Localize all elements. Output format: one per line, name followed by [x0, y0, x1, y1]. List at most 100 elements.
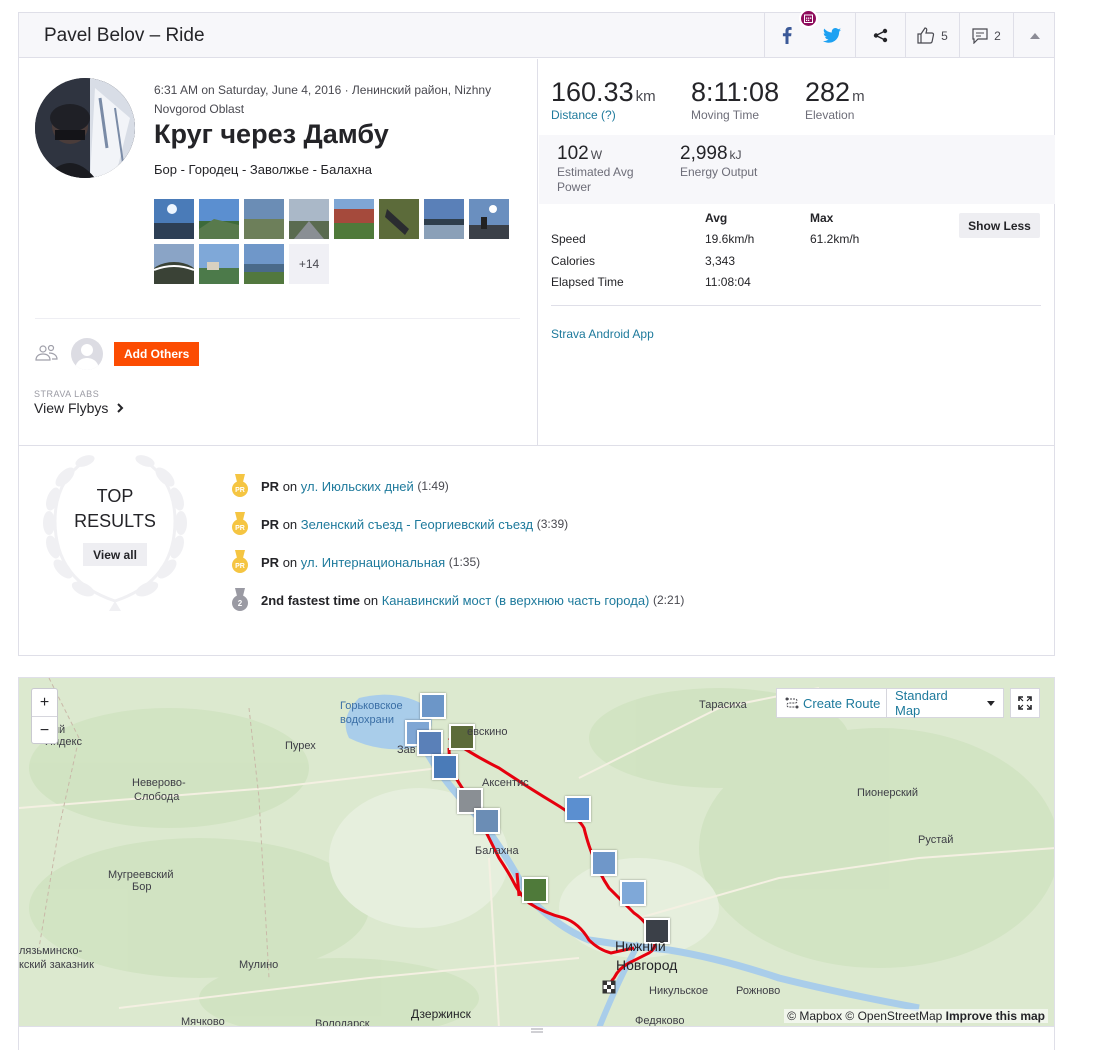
stat-distance: 160.33 km Distance (?) [551, 77, 656, 122]
map-style-select[interactable]: Standard Map [886, 688, 1004, 718]
create-route-button[interactable]: Create Route [776, 688, 890, 718]
map-label: Мугреевский [108, 869, 174, 881]
fullscreen-button[interactable] [1010, 688, 1040, 718]
activity-photo[interactable] [334, 199, 374, 239]
power-label: Estimated Avg Power [557, 165, 634, 194]
view-flybys-label: View Flybys [34, 400, 109, 416]
distance-value: 160.33 [551, 77, 634, 107]
map-label: Федяково [635, 1015, 685, 1027]
show-less-button[interactable]: Show Less [959, 213, 1040, 238]
device-link[interactable]: Strava Android App [551, 327, 654, 341]
row-label: Calories [551, 254, 596, 268]
map-attribution: © Mapbox © OpenStreetMap Improve this ma… [784, 1009, 1048, 1023]
facebook-icon [782, 27, 792, 44]
segment-link[interactable]: ул. Интернациональная [301, 555, 445, 570]
view-flybys-link[interactable]: View Flybys [34, 400, 124, 416]
row-label: Elapsed Time [551, 275, 624, 289]
more-photos-button[interactable]: +14 [289, 244, 329, 284]
activity-photo[interactable] [244, 244, 284, 284]
map-label: евскино [467, 726, 508, 738]
pr-medal-icon: PR [231, 550, 249, 574]
activity-card: Pavel Belov – Ride 5 2 6:31 AM on Saturd… [18, 9, 1055, 656]
activity-photo[interactable] [379, 199, 419, 239]
distance-label[interactable]: Distance (?) [551, 108, 656, 122]
kudos-count: 5 [941, 28, 948, 43]
activity-photo[interactable] [154, 199, 194, 239]
activity-photo[interactable] [199, 199, 239, 239]
top-results-line1: TOP [96, 486, 134, 506]
activity-photo[interactable] [424, 199, 464, 239]
map-label: Дзержинск [411, 1007, 471, 1021]
route-map[interactable]: Горьковское водохрани Зав евскино Тараси… [18, 677, 1055, 1027]
activity-photo[interactable] [244, 199, 284, 239]
activity-header: Pavel Belov – Ride 5 2 [19, 9, 1055, 58]
collapse-button[interactable] [1013, 13, 1055, 58]
map-photo-marker[interactable] [420, 693, 446, 719]
map-photo-marker[interactable] [474, 808, 500, 834]
drag-handle-icon [531, 1028, 543, 1033]
comments-button[interactable]: 2 [959, 13, 1013, 58]
map-label: Володарск [315, 1018, 370, 1027]
zoom-out-button[interactable]: − [32, 716, 57, 743]
distance-unit: km [635, 88, 656, 105]
achievement-item: PR PR on Зеленский съезд - Георгиевский … [231, 512, 568, 536]
map-resize-bar[interactable] [18, 1027, 1055, 1050]
segment-link[interactable]: ул. Июльских дней [301, 479, 414, 494]
svg-text:PR: PR [235, 487, 245, 494]
activity-photo[interactable] [469, 199, 509, 239]
map-style-label: Standard Map [895, 688, 948, 718]
map-photo-marker[interactable] [565, 796, 591, 822]
map-photo-marker[interactable] [417, 730, 443, 756]
segment-link[interactable]: Зеленский съезд - Георгиевский съезд [301, 517, 533, 532]
map-label: Рустай [918, 834, 954, 846]
divider [551, 305, 1041, 306]
divider [35, 318, 520, 319]
map-label: Зав [397, 744, 416, 756]
silver-medal-icon: 2 [231, 588, 249, 612]
activity-header-title: Pavel Belov – Ride [44, 25, 205, 46]
zoom-controls: + − [31, 688, 58, 744]
improve-map-link[interactable]: Improve this map [946, 1009, 1045, 1023]
segment-time: (2:21) [653, 593, 685, 607]
comment-icon [972, 27, 988, 44]
athlete-avatar[interactable] [35, 78, 135, 178]
create-route-label: Create Route [803, 695, 881, 711]
segment-link[interactable]: Канавинский мост (в верхнюю часть города… [382, 593, 650, 608]
map-label: Никульское [649, 985, 709, 997]
finish-flag-icon [602, 980, 616, 994]
view-all-button[interactable]: View all [83, 543, 147, 566]
kudos-button[interactable]: 5 [905, 13, 959, 58]
activity-title: Круг через Дамбу [154, 119, 389, 149]
svg-text:PR: PR [235, 563, 245, 570]
map-canvas [19, 678, 1054, 1026]
power-value: 102 [557, 143, 589, 164]
activity-photo[interactable] [154, 244, 194, 284]
activity-description: Бор - Городец - Заволжье - Балахна [154, 162, 373, 177]
achievement-item: 2 2nd fastest time on Канавинский мост (… [231, 588, 684, 612]
activity-summary: 6:31 AM on Saturday, June 4, 2016 · Лени… [19, 59, 538, 445]
map-photo-marker[interactable] [432, 754, 458, 780]
comments-count: 2 [994, 28, 1001, 43]
twitter-share-button[interactable] [809, 13, 855, 58]
map-photo-marker[interactable] [620, 880, 646, 906]
elevation-unit: m [852, 88, 865, 105]
achievement-item: PR PR on ул. Июльских дней (1:49) [231, 474, 449, 498]
pr-medal-icon: PR [231, 512, 249, 536]
row-label: Speed [551, 232, 586, 246]
share-button[interactable] [855, 13, 905, 58]
energy-label: Energy Output [680, 165, 758, 179]
activity-photo[interactable] [199, 244, 239, 284]
energy-unit: kJ [729, 148, 742, 162]
map-label: Балахна [475, 845, 519, 857]
activity-photo[interactable] [289, 199, 329, 239]
map-label: лязьминско- [19, 945, 83, 957]
achievement-on: on [363, 592, 379, 608]
achievement-on: on [282, 516, 298, 532]
map-photo-marker[interactable] [591, 850, 617, 876]
map-photo-marker[interactable] [522, 877, 548, 903]
caret-up-icon [1029, 32, 1040, 39]
map-label: Аксентис [482, 777, 529, 789]
map-label: Пионерский [857, 787, 919, 799]
add-others-button[interactable]: Add Others [114, 342, 200, 366]
zoom-in-button[interactable]: + [32, 689, 57, 716]
